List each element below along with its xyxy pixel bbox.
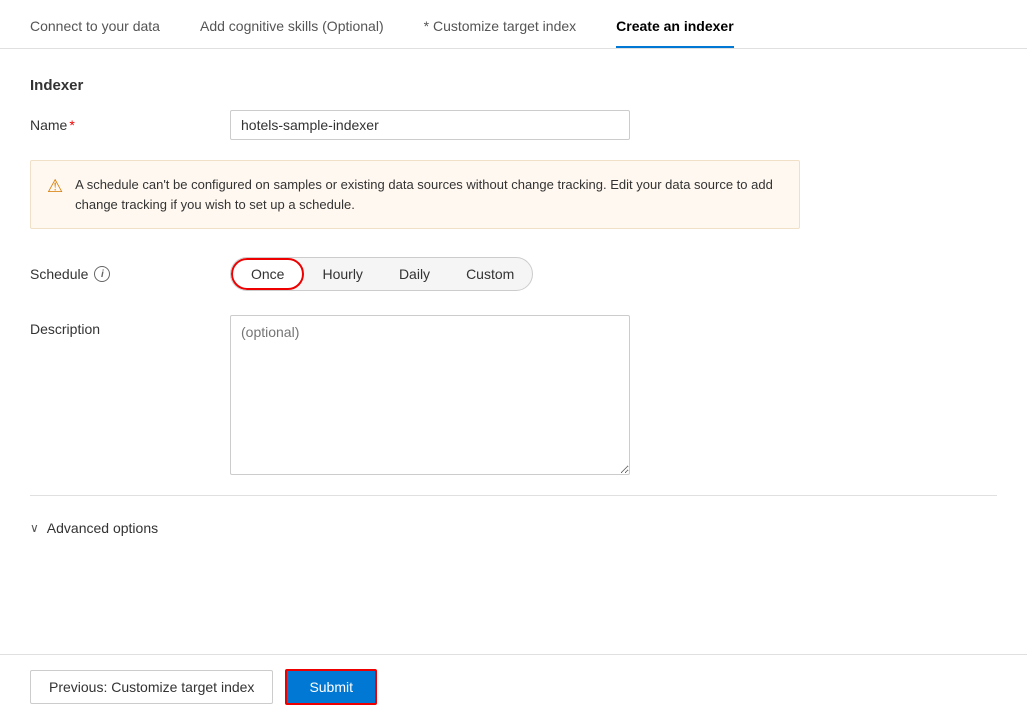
name-row: Name* (30, 110, 997, 140)
warning-icon: ⚠ (47, 176, 63, 197)
schedule-once-btn[interactable]: Once (231, 258, 304, 290)
tab-cognitive[interactable]: Add cognitive skills (Optional) (200, 18, 384, 48)
advanced-options-label: Advanced options (47, 520, 158, 536)
divider (30, 495, 997, 496)
schedule-daily-btn[interactable]: Daily (381, 258, 448, 290)
tab-index[interactable]: * Customize target index (424, 18, 577, 48)
bottom-bar: Previous: Customize target index Submit (0, 654, 1027, 719)
advanced-options-row[interactable]: ∨ Advanced options (30, 512, 997, 544)
schedule-info-icon[interactable]: i (94, 266, 110, 282)
main-content: Indexer Name* ⚠ A schedule can't be conf… (0, 49, 1027, 564)
name-label: Name* (30, 117, 230, 133)
tab-connect[interactable]: Connect to your data (30, 18, 160, 48)
chevron-down-icon: ∨ (30, 521, 39, 535)
schedule-custom-btn[interactable]: Custom (448, 258, 532, 290)
name-input[interactable] (230, 110, 630, 140)
description-row: Description (30, 315, 997, 475)
schedule-label: Schedule i (30, 266, 230, 282)
warning-box: ⚠ A schedule can't be configured on samp… (30, 160, 800, 229)
schedule-toggle: Once Hourly Daily Custom (230, 257, 533, 291)
description-label: Description (30, 315, 230, 337)
submit-button[interactable]: Submit (285, 669, 377, 705)
schedule-hourly-btn[interactable]: Hourly (304, 258, 380, 290)
description-textarea[interactable] (230, 315, 630, 475)
section-title: Indexer (30, 77, 997, 94)
tab-indexer[interactable]: Create an indexer (616, 18, 734, 48)
warning-text: A schedule can't be configured on sample… (75, 175, 783, 214)
required-star: * (69, 117, 74, 133)
schedule-row: Schedule i Once Hourly Daily Custom (30, 257, 997, 291)
prev-button[interactable]: Previous: Customize target index (30, 670, 273, 704)
top-nav: Connect to your data Add cognitive skill… (0, 0, 1027, 49)
